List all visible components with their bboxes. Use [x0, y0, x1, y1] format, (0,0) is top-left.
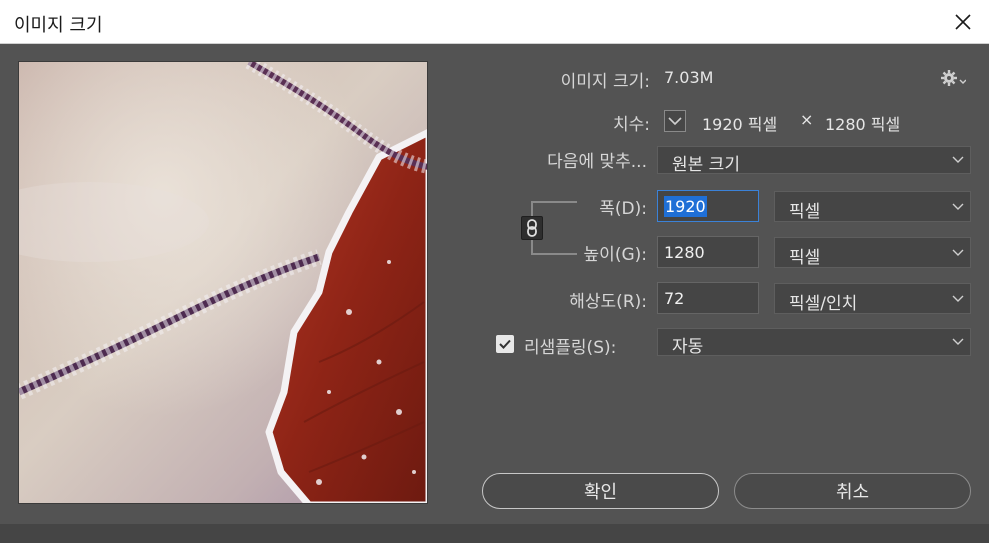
- height-label: 높이(G):: [583, 245, 647, 265]
- dimensions-height: 1280 픽셀: [825, 115, 901, 134]
- image-size-label: 이미지 크기:: [560, 72, 650, 92]
- chevron-down-icon: [952, 203, 964, 210]
- dimensions-label: 치수:: [612, 115, 650, 135]
- close-button[interactable]: [947, 6, 979, 38]
- gear-icon: [941, 70, 967, 86]
- window-title: 이미지 크기: [14, 15, 103, 36]
- dimensions-times: ×: [800, 110, 814, 129]
- chevron-down-icon: [959, 79, 967, 84]
- fit-to-value: 원본 크기: [672, 155, 740, 175]
- link-icon: [527, 219, 537, 237]
- fit-to-dropdown[interactable]: 원본 크기: [657, 146, 971, 175]
- resolution-value: 72: [664, 289, 685, 308]
- title-bar: 이미지 크기: [0, 0, 989, 44]
- resample-method-value: 자동: [672, 337, 704, 357]
- height-value: 1280: [664, 243, 705, 262]
- ok-button[interactable]: 확인: [482, 473, 719, 509]
- cancel-button-label: 취소: [835, 482, 870, 503]
- resample-label: 리샘플링(S):: [524, 338, 617, 358]
- resample-method-dropdown[interactable]: 자동: [657, 328, 971, 357]
- chevron-down-icon: [952, 338, 964, 345]
- fit-to-label: 다음에 맞추...: [547, 152, 647, 172]
- constrain-proportions-button[interactable]: [521, 216, 543, 240]
- resample-checkbox[interactable]: [496, 335, 514, 353]
- resolution-input[interactable]: 72: [657, 282, 759, 314]
- width-label: 폭(D):: [599, 199, 647, 219]
- cancel-button[interactable]: 취소: [734, 473, 971, 509]
- height-input[interactable]: 1280: [657, 236, 759, 268]
- height-unit-dropdown[interactable]: 픽셀: [774, 237, 971, 268]
- width-input[interactable]: 1920: [657, 190, 759, 222]
- height-unit-value: 픽셀: [789, 248, 821, 268]
- close-icon: [955, 14, 971, 30]
- width-unit-dropdown[interactable]: 픽셀: [774, 191, 971, 222]
- chevron-down-icon: [952, 156, 964, 163]
- resolution-label: 해상도(R):: [569, 292, 647, 312]
- ok-button-label: 확인: [583, 482, 618, 503]
- width-unit-value: 픽셀: [789, 202, 821, 222]
- checkmark-icon: [499, 339, 511, 349]
- image-preview[interactable]: [18, 61, 428, 504]
- image-size-value: 7.03M: [664, 68, 714, 87]
- width-value: 1920: [664, 196, 707, 217]
- chevron-down-icon: [668, 117, 682, 126]
- dimensions-unit-toggle[interactable]: [664, 110, 686, 132]
- resolution-unit-dropdown[interactable]: 픽셀/인치: [774, 283, 971, 314]
- chevron-down-icon: [952, 295, 964, 302]
- dimensions-width: 1920 픽셀: [702, 115, 778, 134]
- preview-image: [19, 62, 427, 503]
- chevron-down-icon: [952, 249, 964, 256]
- dialog-bottom-edge: [0, 524, 989, 543]
- resolution-unit-value: 픽셀/인치: [789, 294, 858, 314]
- settings-button[interactable]: [940, 68, 967, 88]
